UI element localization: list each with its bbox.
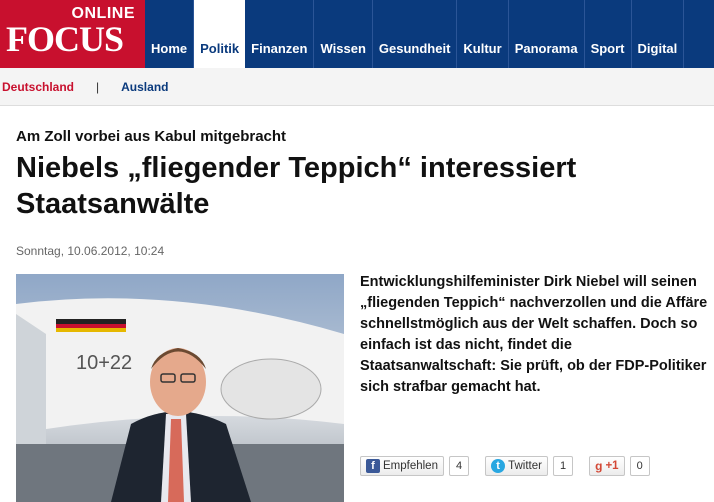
facebook-label: Empfehlen [383, 460, 438, 472]
nav-tab-finanzen[interactable]: Finanzen [245, 0, 315, 68]
photo-illustration: 10+22 [16, 298, 344, 502]
gplus-label: +1 [605, 460, 619, 472]
nav-tab-panorama[interactable]: Panorama [509, 0, 585, 68]
twitter-bird-icon: t [491, 459, 506, 473]
twitter-button[interactable]: t Twitter [485, 456, 548, 476]
nav-tab-home[interactable]: Home [145, 0, 195, 68]
nav-tab-digital[interactable]: Digital [632, 0, 685, 68]
focus-online-logo[interactable]: ONLINE FOCUS [0, 0, 145, 68]
main-nav: Home Politik Finanzen Wissen Gesundheit … [145, 0, 685, 68]
airplane-engine [220, 358, 322, 420]
twitter-count: 1 [552, 456, 574, 476]
sub-navigation: Deutschland | Ausland [0, 68, 714, 106]
article-date: Sonntag, 10.06.2012, 10:24 [16, 244, 165, 258]
nav-tab-kultur[interactable]: Kultur [457, 0, 509, 68]
facebook-icon: f [366, 459, 380, 473]
google-plus-button[interactable]: g +1 [589, 456, 625, 476]
nav-tab-sport[interactable]: Sport [585, 0, 632, 68]
facebook-count: 4 [448, 456, 470, 476]
nav-tab-wissen[interactable]: Wissen [314, 0, 373, 68]
google-icon: g [595, 459, 603, 473]
twitter-label: Twitter [508, 460, 542, 472]
article-kicker: Am Zoll vorbei aus Kabul mitgebracht [16, 128, 287, 145]
gplus-count: 0 [629, 456, 650, 476]
airplane-windows [56, 319, 126, 324]
article-lead: Entwicklungshilfeminister Dirk Niebel wi… [360, 274, 708, 395]
subnav-ausland-link[interactable]: Ausland [121, 80, 168, 94]
facebook-recommend-button[interactable]: f Empfehlen [360, 456, 444, 476]
subnav-separator: | [96, 79, 100, 94]
flag-stripe-gold [56, 328, 126, 332]
airplane-registration: 10+22 [76, 352, 132, 374]
social-share-bar: f Empfehlen 4 t Twitter 1 g +1 0 [360, 455, 650, 477]
subnav-deutschland-link[interactable]: Deutschland [2, 80, 74, 94]
article-headline: Niebels „fliegender Teppich“ interessier… [16, 152, 577, 220]
logo-focus-text: FOCUS [6, 19, 124, 59]
nav-tab-gesundheit[interactable]: Gesundheit [373, 0, 458, 68]
nav-tab-politik[interactable]: Politik [194, 0, 246, 68]
flag-stripe-red [56, 324, 126, 328]
top-navigation-bar: ONLINE FOCUS Home Politik Finanzen Wisse… [0, 0, 714, 68]
article-photo[interactable]: 10+22 [16, 274, 344, 502]
